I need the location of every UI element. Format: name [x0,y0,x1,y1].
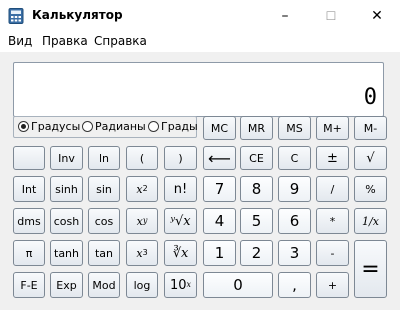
ten-power-button[interactable]: 10 x [164,272,197,298]
degrees-label: Градусы [31,120,81,133]
mc-button[interactable]: MC [203,116,236,140]
ms-button[interactable]: MS [278,116,311,140]
dms-button[interactable]: dms [13,208,45,234]
open-paren-button[interactable]: ( [126,146,158,170]
power-button[interactable]: xy [126,208,158,234]
tanh-button[interactable]: tanh [50,240,83,266]
digit-6-button[interactable]: 6 [278,208,311,234]
percent-button[interactable]: % [354,176,387,202]
square-button[interactable]: x2 [126,176,158,202]
digit-7-button[interactable]: 7 [203,176,236,202]
digit-5-button[interactable]: 5 [240,208,273,234]
backspace-button[interactable]: ⟵ [203,146,236,170]
mod-button[interactable]: Mod [88,272,120,298]
inv-button[interactable]: Inv [50,146,83,170]
sin-button[interactable]: sin [88,176,120,202]
int-button[interactable]: Int [13,176,45,202]
cosh-button[interactable]: cosh [50,208,83,234]
menu-help[interactable]: Справка [94,34,147,48]
radians-option[interactable]: Радианы [82,120,146,133]
digit-9-button[interactable]: 9 [278,176,311,202]
cube-base: x [136,246,143,260]
mr-button[interactable]: MR [240,116,273,140]
blank-button [13,146,45,170]
cos-button[interactable]: cos [88,208,120,234]
power-base: x [136,214,143,228]
add-button[interactable]: + [316,272,349,298]
menu-view[interactable]: Вид [8,34,32,48]
grads-label: Грады [161,120,198,133]
digit-3-button[interactable]: 3 [278,240,311,266]
display-value: 0 [363,85,377,110]
maximize-button[interactable]: ☐ [308,0,354,32]
digit-1-button[interactable]: 1 [203,240,236,266]
multiply-button[interactable]: * [316,208,349,234]
digit-0-button[interactable]: 0 [203,272,273,298]
m-minus-button[interactable]: M- [354,116,387,140]
yroot-button[interactable]: ʸ√x [164,208,197,234]
close-paren-button[interactable]: ) [164,146,197,170]
close-button[interactable]: ✕ [354,0,400,32]
calculator-app-icon [8,8,24,24]
degrees-option[interactable]: Градусы [18,120,80,133]
ce-button[interactable]: CE [240,146,273,170]
divide-button[interactable]: / [316,176,349,202]
exp-button[interactable]: Exp [50,272,83,298]
window-title: Калькулятор [32,8,123,22]
sinh-button[interactable]: sinh [50,176,83,202]
ln-button[interactable]: ln [88,146,120,170]
cube-root-button[interactable]: ∛x [164,240,197,266]
digit-8-button[interactable]: 8 [240,176,273,202]
calculator-body: 0 Градусы Радианы Грады MC MR MS M+ M- I… [0,52,400,310]
m-plus-button[interactable]: M+ [316,116,349,140]
c-button[interactable]: C [278,146,311,170]
decimal-button[interactable]: , [278,272,311,298]
menu-edit[interactable]: Правка [42,34,88,48]
sqrt-button[interactable]: √ [354,146,387,170]
digit-4-button[interactable]: 4 [203,208,236,234]
grads-radio[interactable] [148,121,159,132]
menu-bar: Вид Правка Справка [0,32,400,52]
subtract-button[interactable]: - [316,240,349,266]
title-bar: Калькулятор – ☐ ✕ [0,0,400,32]
plus-minus-button[interactable]: ± [316,146,349,170]
pi-button[interactable]: π [13,240,45,266]
tan-button[interactable]: tan [88,240,120,266]
radians-radio[interactable] [82,121,93,132]
reciprocal-button[interactable]: 1/x [354,208,387,234]
display-panel: 0 [13,62,384,117]
factorial-button[interactable]: n! [164,176,197,202]
radians-label: Радианы [95,120,146,133]
minimize-button[interactable]: – [262,0,308,32]
cube-button[interactable]: x3 [126,240,158,266]
digit-2-button[interactable]: 2 [240,240,273,266]
grads-option[interactable]: Грады [148,120,198,133]
fe-button[interactable]: F-E [13,272,45,298]
square-base: x [136,182,143,196]
equals-button[interactable]: = [354,240,387,298]
ten-power-base: 10 [169,277,187,293]
log-button[interactable]: log [126,272,158,298]
degrees-radio[interactable] [18,121,29,132]
angle-unit-group: Градусы Радианы Грады [13,116,198,138]
